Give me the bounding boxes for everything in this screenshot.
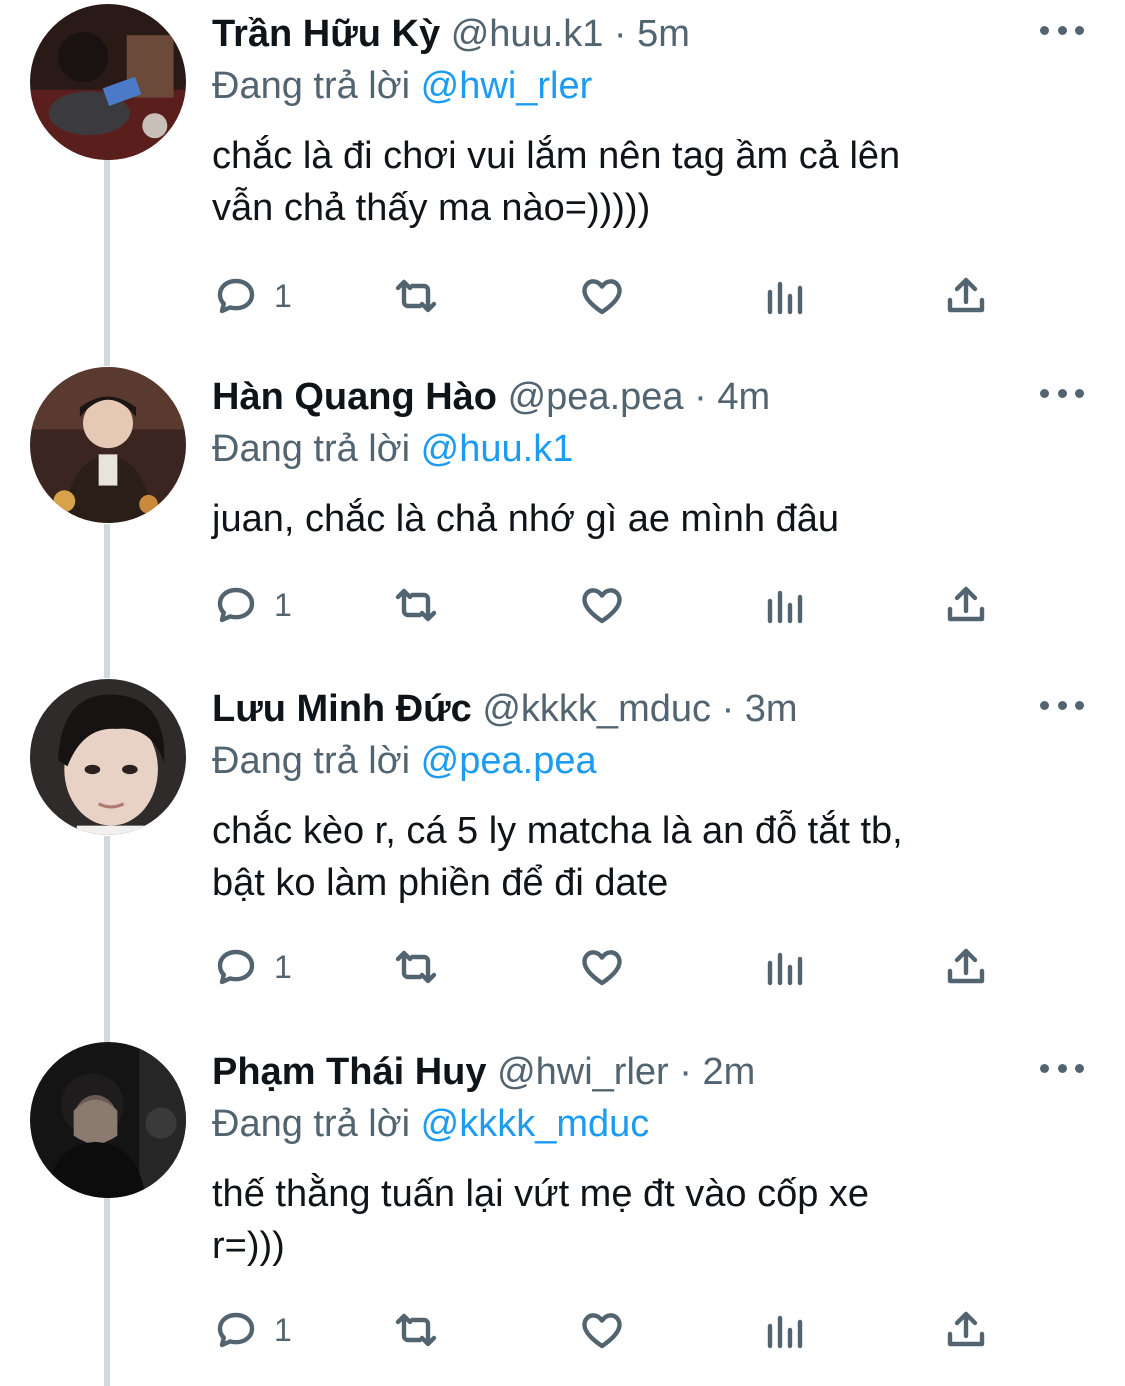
replying-to: Đang trả lời @kkkk_mduc <box>212 1100 649 1148</box>
avatar[interactable] <box>30 367 186 523</box>
views-chart-icon <box>767 1315 803 1349</box>
reply-mention-link[interactable]: @kkkk_mduc <box>421 1103 650 1145</box>
reply-icon <box>217 278 255 314</box>
reply-count: 1 <box>274 586 292 623</box>
avatar[interactable] <box>30 1042 186 1198</box>
reply-button[interactable]: 1 <box>212 575 292 635</box>
separator: · <box>679 1051 692 1093</box>
views-chart-icon <box>767 952 803 986</box>
tweet-actions: 1 <box>0 937 1125 997</box>
like-button[interactable] <box>578 1300 626 1360</box>
share-icon <box>947 1311 985 1347</box>
retweet-button[interactable] <box>392 1300 440 1360</box>
share-icon <box>947 277 985 313</box>
retweet-icon <box>395 279 437 313</box>
tweet-header: Phạm Thái Huy @hwi_rler · 2m <box>212 1048 755 1096</box>
replying-label: Đang trả lời <box>212 740 411 782</box>
share-button[interactable] <box>942 266 990 326</box>
tweet[interactable]: Trần Hữu Kỳ @huu.k1 · 5m Đang trả lời @h… <box>0 4 1125 344</box>
reply-count: 1 <box>274 277 292 314</box>
tweet[interactable]: Lưu Minh Đức @kkkk_mduc · 3m Đang trả lờ… <box>0 679 1125 1019</box>
share-icon <box>947 586 985 622</box>
separator: · <box>721 688 735 730</box>
more-icon[interactable] <box>1040 695 1084 715</box>
more-icon[interactable] <box>1040 383 1084 403</box>
reply-mention-link[interactable]: @hwi_rler <box>421 65 593 107</box>
views-chart-icon <box>767 281 803 315</box>
like-button[interactable] <box>578 937 626 997</box>
share-button[interactable] <box>942 575 990 635</box>
reply-mention-link[interactable]: @huu.k1 <box>421 428 574 470</box>
separator: · <box>694 376 707 418</box>
more-icon[interactable] <box>1040 1058 1084 1078</box>
replying-label: Đang trả lời <box>212 1103 411 1145</box>
tweet-actions: 1 <box>0 266 1125 326</box>
replying-to: Đang trả lời @huu.k1 <box>212 425 573 473</box>
replying-label: Đang trả lời <box>212 65 411 107</box>
tweet-header: Lưu Minh Đức @kkkk_mduc · 3m <box>212 685 798 733</box>
reply-icon <box>217 587 255 623</box>
views-chart-icon <box>767 590 803 624</box>
reply-button[interactable]: 1 <box>212 937 292 997</box>
retweet-icon <box>395 1313 437 1347</box>
display-name[interactable]: Phạm Thái Huy <box>212 1051 487 1093</box>
share-button[interactable] <box>942 1300 990 1360</box>
retweet-button[interactable] <box>392 937 440 997</box>
tweet[interactable]: Hàn Quang Hào @pea.pea · 4m Đang trả lời… <box>0 367 1125 657</box>
display-name[interactable]: Trần Hữu Kỳ <box>212 13 440 55</box>
heart-icon <box>582 950 622 986</box>
reply-icon <box>217 949 255 985</box>
heart-icon <box>582 1313 622 1349</box>
display-name[interactable]: Hàn Quang Hào <box>212 376 497 418</box>
timestamp[interactable]: 4m <box>717 376 770 418</box>
user-handle[interactable]: @huu.k1 <box>451 13 604 55</box>
avatar[interactable] <box>30 679 186 835</box>
tweet[interactable]: Phạm Thái Huy @hwi_rler · 2m Đang trả lờ… <box>0 1042 1125 1386</box>
user-handle[interactable]: @pea.pea <box>508 376 684 418</box>
tweet-text: juan, chắc là chả nhớ gì ae mình đâu <box>212 498 839 540</box>
reply-thread: Trần Hữu Kỳ @huu.k1 · 5m Đang trả lời @h… <box>0 0 1125 1386</box>
timestamp[interactable]: 5m <box>637 13 690 55</box>
replying-to: Đang trả lời @hwi_rler <box>212 62 592 110</box>
views-button[interactable] <box>762 937 810 997</box>
reply-button[interactable]: 1 <box>212 1300 292 1360</box>
heart-icon <box>582 588 622 624</box>
timestamp[interactable]: 3m <box>745 688 798 730</box>
separator: · <box>613 13 627 55</box>
tweet-header: Hàn Quang Hào @pea.pea · 4m <box>212 373 770 421</box>
tweet-actions: 1 <box>0 1300 1125 1360</box>
reply-count: 1 <box>274 1311 292 1348</box>
share-icon <box>947 948 985 984</box>
like-button[interactable] <box>578 575 626 635</box>
views-button[interactable] <box>762 1300 810 1360</box>
tweet-actions: 1 <box>0 575 1125 635</box>
views-button[interactable] <box>762 575 810 635</box>
tweet-header: Trần Hữu Kỳ @huu.k1 · 5m <box>212 10 690 58</box>
replying-label: Đang trả lời <box>212 428 411 470</box>
retweet-icon <box>395 588 437 622</box>
reply-mention-link[interactable]: @pea.pea <box>421 740 597 782</box>
reply-count: 1 <box>274 948 292 985</box>
more-icon[interactable] <box>1040 20 1084 40</box>
user-handle[interactable]: @kkkk_mduc <box>482 688 711 730</box>
tweet-text: thế thằng tuấn lại vứt mẹ đt vào cốp xe … <box>212 1173 870 1267</box>
timestamp[interactable]: 2m <box>702 1051 755 1093</box>
tweet-text: chắc kèo r, cá 5 ly matcha là an đỗ tắt … <box>212 810 903 904</box>
avatar[interactable] <box>30 4 186 160</box>
retweet-button[interactable] <box>392 266 440 326</box>
reply-button[interactable]: 1 <box>212 266 292 326</box>
tweet-text: chắc là đi chơi vui lắm nên tag ầm cả lê… <box>212 135 901 229</box>
replying-to: Đang trả lời @pea.pea <box>212 737 597 785</box>
like-button[interactable] <box>578 266 626 326</box>
heart-icon <box>582 279 622 315</box>
reply-icon <box>217 1312 255 1348</box>
views-button[interactable] <box>762 266 810 326</box>
share-button[interactable] <box>942 937 990 997</box>
display-name[interactable]: Lưu Minh Đức <box>212 688 472 730</box>
retweet-button[interactable] <box>392 575 440 635</box>
retweet-icon <box>395 950 437 984</box>
user-handle[interactable]: @hwi_rler <box>497 1051 669 1093</box>
